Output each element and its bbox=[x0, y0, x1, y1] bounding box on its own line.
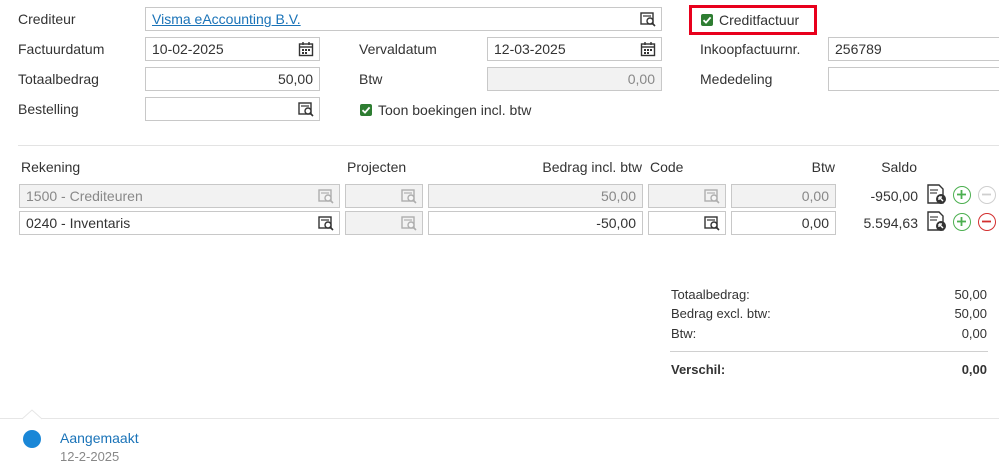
factuurdatum-label: Factuurdatum bbox=[18, 41, 105, 57]
calendar-icon[interactable] bbox=[298, 41, 314, 57]
summary-verschil-label: Verschil: bbox=[671, 362, 726, 377]
lookup-icon bbox=[318, 189, 334, 204]
totaalbedrag-input[interactable]: 50,00 bbox=[145, 67, 320, 91]
timeline-divider bbox=[0, 418, 999, 419]
row-2-bedrag[interactable]: -50,00 bbox=[428, 211, 643, 235]
btw-label: Btw bbox=[359, 71, 383, 87]
crediteur-label: Crediteur bbox=[18, 11, 76, 27]
vervaldatum-input[interactable]: 12-03-2025 bbox=[487, 37, 662, 61]
row-2-saldo: 5.594,63 bbox=[863, 215, 919, 231]
mededeling-input[interactable] bbox=[828, 67, 999, 91]
totaalbedrag-label: Totaalbedrag bbox=[18, 71, 99, 87]
calendar-icon[interactable] bbox=[640, 41, 656, 57]
col-btw: Btw bbox=[811, 159, 835, 175]
row-1-add-button[interactable] bbox=[953, 186, 971, 204]
row-2-code[interactable] bbox=[648, 211, 726, 235]
vervaldatum-value: 12-03-2025 bbox=[494, 41, 566, 57]
summary-verschil-value: 0,00 bbox=[961, 362, 987, 377]
row-2-remove-button[interactable] bbox=[978, 213, 996, 231]
timeline-pointer bbox=[22, 409, 42, 420]
row-2-rekening[interactable]: 0240 - Inventaris bbox=[19, 211, 340, 235]
factuurdatum-input[interactable]: 10-02-2025 bbox=[145, 37, 320, 61]
row-1-bedrag: 50,00 bbox=[428, 184, 643, 208]
timeline-dot bbox=[23, 430, 41, 448]
lookup-icon[interactable] bbox=[704, 215, 720, 231]
plus-icon bbox=[957, 190, 966, 199]
row-1-remove-button bbox=[978, 186, 996, 204]
lookup-icon bbox=[401, 216, 417, 231]
row-2-btw[interactable]: 0,00 bbox=[731, 211, 836, 235]
timeline-status: Aangemaakt bbox=[60, 430, 139, 446]
row-1-rekening-value: 1500 - Crediteuren bbox=[26, 188, 143, 204]
row-2-projecten bbox=[345, 211, 423, 235]
row-1-btw: 0,00 bbox=[731, 184, 836, 208]
timeline-date: 12-2-2025 bbox=[60, 449, 120, 464]
row-1-rekening: 1500 - Crediteuren bbox=[19, 184, 340, 208]
creditfactuur-label: Creditfactuur bbox=[719, 12, 800, 28]
summary-excl-label: Bedrag excl. btw: bbox=[671, 306, 771, 321]
creditfactuur-checkbox[interactable] bbox=[701, 14, 713, 26]
toon-boekingen-label: Toon boekingen incl. btw bbox=[378, 102, 532, 118]
col-projecten: Projecten bbox=[347, 159, 407, 175]
inkoopfactuurnr-input[interactable]: 256789 bbox=[828, 37, 999, 61]
mededeling-label: Mededeling bbox=[700, 71, 773, 87]
crediteur-link[interactable]: Visma eAccounting B.V. bbox=[152, 11, 301, 27]
bestelling-label: Bestelling bbox=[18, 101, 79, 117]
row-2-add-button[interactable] bbox=[953, 213, 971, 231]
summary-totaal-label: Totaalbedrag: bbox=[671, 287, 750, 302]
row-1-code bbox=[648, 184, 726, 208]
check-icon bbox=[361, 106, 371, 114]
minus-icon bbox=[982, 220, 991, 223]
summary-btw-value: 0,00 bbox=[961, 326, 987, 341]
crediteur-input[interactable]: Visma eAccounting B.V. bbox=[145, 7, 662, 31]
row-1-search-document-icon[interactable] bbox=[926, 183, 950, 207]
bestelling-input[interactable] bbox=[145, 97, 320, 121]
row-2-search-document-icon[interactable] bbox=[926, 210, 950, 234]
inkoopfactuurnr-label: Inkoopfactuurnr. bbox=[700, 41, 801, 57]
factuurdatum-value: 10-02-2025 bbox=[152, 41, 224, 57]
col-code: Code bbox=[650, 159, 684, 175]
col-bedrag: Bedrag incl. btw bbox=[542, 159, 642, 175]
summary-excl-value: 50,00 bbox=[954, 306, 987, 321]
lookup-icon[interactable] bbox=[640, 11, 656, 27]
col-rekening: Rekening bbox=[21, 159, 81, 175]
vervaldatum-label: Vervaldatum bbox=[359, 41, 437, 57]
lookup-icon[interactable] bbox=[298, 101, 314, 117]
col-saldo: Saldo bbox=[881, 159, 917, 175]
row-1-projecten bbox=[345, 184, 423, 208]
inkoopfactuurnr-value: 256789 bbox=[835, 41, 882, 57]
lookup-icon[interactable] bbox=[318, 215, 334, 231]
plus-icon bbox=[957, 217, 966, 226]
summary-totaal-value: 50,00 bbox=[954, 287, 987, 302]
row-1-saldo: -950,00 bbox=[870, 188, 918, 204]
minus-icon bbox=[982, 193, 991, 196]
toon-boekingen-checkbox[interactable] bbox=[360, 104, 372, 116]
check-icon bbox=[702, 16, 712, 24]
section-divider bbox=[18, 145, 999, 146]
summary-divider bbox=[670, 351, 988, 352]
row-2-rekening-value: 0240 - Inventaris bbox=[26, 215, 131, 231]
lookup-icon bbox=[704, 189, 720, 204]
btw-input: 0,00 bbox=[487, 67, 662, 91]
lookup-icon bbox=[401, 189, 417, 204]
summary-btw-label: Btw: bbox=[671, 326, 697, 341]
